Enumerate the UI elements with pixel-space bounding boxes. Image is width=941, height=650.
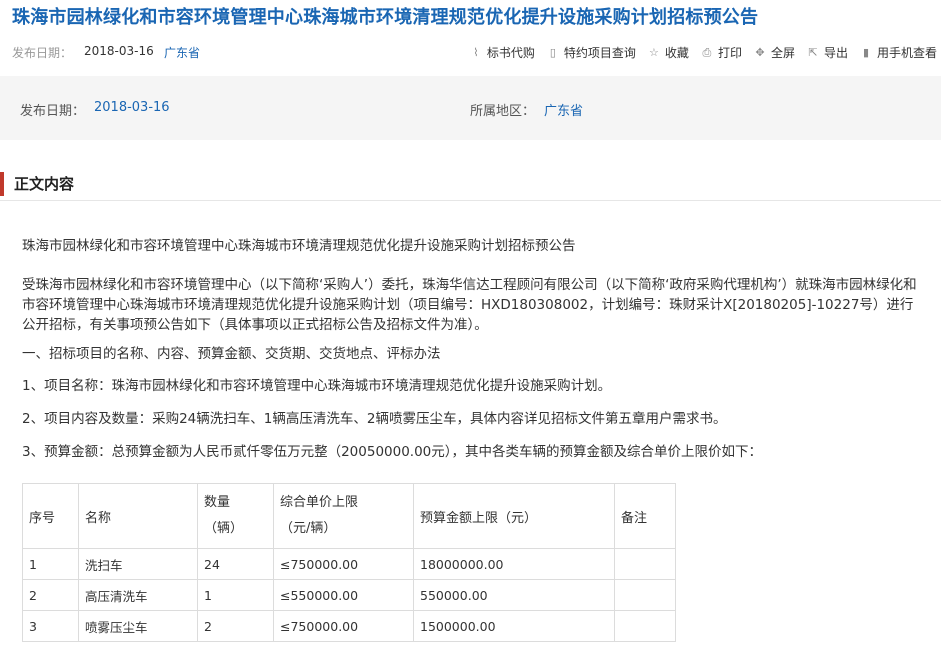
cell-unit-price: ≤750000.00	[273, 610, 414, 642]
tool-print[interactable]: ⎙ 打印	[701, 44, 742, 61]
cell-seq: 2	[22, 579, 79, 611]
header-qty-line1: 数量	[204, 495, 231, 510]
section-header: 正文内容	[0, 168, 941, 198]
cell-note	[614, 548, 676, 580]
tool-label: 收藏	[664, 46, 689, 60]
info-box: 发布日期： 2018-03-16 所属地区： 广东省	[0, 76, 941, 140]
tool-label: 标书代购	[486, 46, 535, 60]
info-date: 2018-03-16	[94, 100, 170, 115]
body-paragraph: 1、项目名称：珠海市园林绿化和市容环境管理中心珠海城市环境清理规范优化提升设施采…	[22, 378, 612, 394]
header-name: 名称	[78, 483, 198, 549]
tool-mobile-view[interactable]: ▮ 用手机查看	[860, 44, 937, 61]
tool-label: 特约项目查询	[563, 46, 636, 60]
cell-name: 洗扫车	[78, 548, 198, 580]
body-paragraph: 2、项目内容及数量：采购24辆洗扫车、1辆高压清洗车、2辆喷雾压尘车，具体内容详…	[22, 411, 727, 427]
header-seq: 序号	[22, 483, 79, 549]
cell-seq: 1	[22, 548, 79, 580]
section-divider	[0, 200, 941, 201]
publish-date: 2018-03-16	[84, 44, 154, 58]
cell-qty: 2	[197, 610, 274, 642]
cell-note	[614, 610, 676, 642]
tool-project-query[interactable]: ▯ 特约项目查询	[547, 44, 636, 61]
tool-fullscreen[interactable]: ✥ 全屏	[754, 44, 795, 61]
scissors-icon: ⌇	[473, 46, 479, 59]
body-paragraph: 3、预算金额：总预算金额为人民币贰仟零伍万元整（20050000.00元），其中…	[22, 444, 763, 460]
tool-export[interactable]: ⇱ 导出	[807, 44, 848, 61]
table-header-row: 序号 名称 数量 （辆） 综合单价上限 （元/辆） 预算金额上限（元） 备注	[22, 483, 676, 549]
info-date-label: 发布日期：	[20, 104, 86, 119]
fullscreen-icon: ✥	[755, 46, 765, 59]
cell-budget: 1500000.00	[413, 610, 615, 642]
table-row: 2 高压清洗车 1 ≤550000.00 550000.00	[22, 579, 676, 611]
section-title: 正文内容	[14, 175, 75, 193]
tool-favorite[interactable]: ☆ 收藏	[648, 44, 689, 61]
cell-qty: 1	[197, 579, 274, 611]
publish-date-label: 发布日期：	[12, 46, 73, 60]
tool-label: 全屏	[770, 46, 795, 60]
print-icon: ⎙	[702, 45, 712, 59]
header-note: 备注	[614, 483, 676, 549]
header-unit-line2: （元/辆）	[280, 521, 337, 536]
budget-table: 序号 名称 数量 （辆） 综合单价上限 （元/辆） 预算金额上限（元） 备注 1…	[22, 483, 676, 642]
page-title: 珠海市园林绿化和市容环境管理中心珠海城市环境清理规范优化提升设施采购计划招标预公…	[12, 7, 759, 28]
info-region[interactable]: 广东省	[544, 100, 583, 119]
meta-bar: 发布日期： 2018-03-16 广东省 ⌇ 标书代购 ▯ 特约项目查询 ☆ 收藏 ⎙…	[12, 44, 937, 64]
cell-name: 喷雾压尘车	[78, 610, 198, 642]
cell-budget: 550000.00	[413, 579, 615, 611]
export-icon: ⇱	[808, 46, 818, 59]
tool-label: 导出	[823, 46, 848, 60]
header-budget: 预算金额上限（元）	[413, 483, 615, 549]
tool-bid-purchase[interactable]: ⌇ 标书代购	[470, 44, 535, 61]
cell-qty: 24	[197, 548, 274, 580]
star-icon: ☆	[648, 46, 659, 59]
cell-name: 高压清洗车	[78, 579, 198, 611]
tool-label: 用手机查看	[876, 46, 937, 60]
cell-unit-price: ≤750000.00	[273, 548, 414, 580]
mobile-icon: ▮	[862, 46, 870, 59]
toolbar: ⌇ 标书代购 ▯ 特约项目查询 ☆ 收藏 ⎙ 打印 ✥ 全屏 ⇱ 导出 ▮ 用手机查看	[458, 44, 937, 61]
region-link[interactable]: 广东省	[164, 44, 200, 61]
table-row: 1 洗扫车 24 ≤750000.00 18000000.00	[22, 548, 676, 580]
header-qty: 数量 （辆）	[197, 483, 274, 549]
section-accent-bar	[0, 172, 4, 196]
body-heading: 珠海市园林绿化和市容环境管理中心珠海城市环境清理规范优化提升设施采购计划招标预公…	[22, 238, 576, 254]
header-qty-line2: （辆）	[204, 521, 244, 536]
cell-seq: 3	[22, 610, 79, 642]
body-paragraph: 一、招标项目的名称、内容、预算金额、交货期、交货地点、评标办法	[22, 346, 441, 362]
document-icon: ▯	[549, 46, 556, 59]
tool-label: 打印	[717, 46, 742, 60]
cell-note	[614, 579, 676, 611]
header-unit-price: 综合单价上限 （元/辆）	[273, 483, 414, 549]
cell-unit-price: ≤550000.00	[273, 579, 414, 611]
body-paragraph: 受珠海市园林绿化和市容环境管理中心（以下简称‘采购人’）委托，珠海华信达工程顾问…	[22, 277, 917, 333]
header-unit-line1: 综合单价上限	[280, 495, 359, 510]
info-region-label: 所属地区：	[470, 104, 536, 119]
table-row: 3 喷雾压尘车 2 ≤750000.00 1500000.00	[22, 610, 676, 642]
cell-budget: 18000000.00	[413, 548, 615, 580]
